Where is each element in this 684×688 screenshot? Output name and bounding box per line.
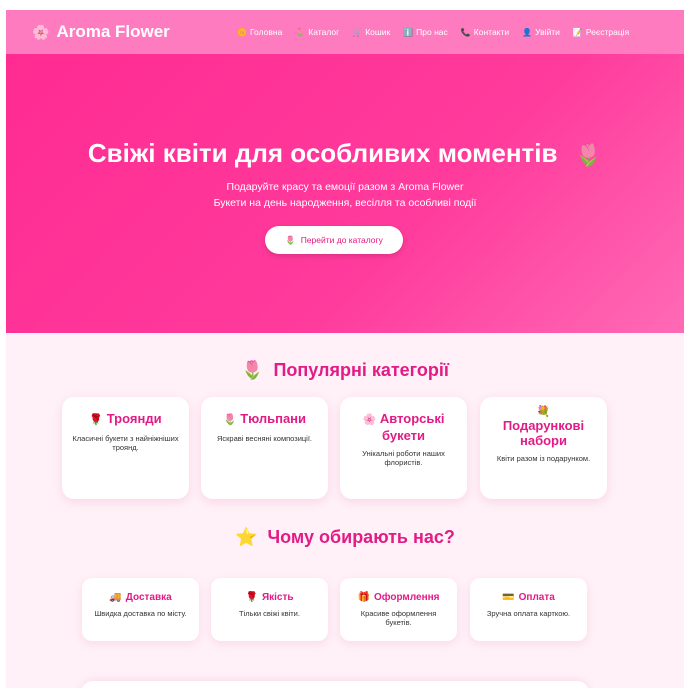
feature-desc: Тільки свіжі квіти. <box>239 609 300 618</box>
feature-desc: Зручна оплата карткою. <box>486 609 571 618</box>
nav-label: Реєстрація <box>585 27 630 37</box>
go-to-catalog-button[interactable]: 🌷 Перейти до каталогу <box>265 226 403 254</box>
flower-logo-icon: 🌸 <box>32 23 50 40</box>
hero-title-text: Свіжі квіти для особливих моментів <box>87 138 558 168</box>
truck-icon: 🚚 <box>109 592 122 603</box>
nav-login[interactable]: 👤 Увійти <box>522 27 560 37</box>
phone-icon: 📞 <box>460 27 471 37</box>
category-title-text: Тюльпани <box>240 411 307 426</box>
hero-title: Свіжі квіти для особливих моментів 🌷 <box>6 138 684 169</box>
blossom-icon: 🌼 <box>237 27 247 37</box>
blossom-icon: 🌸 <box>362 414 377 426</box>
memo-icon: 📝 <box>572 27 583 37</box>
category-title-text: Троянди <box>106 411 162 426</box>
feature-desc: Красиве оформлення букетів. <box>360 609 437 627</box>
tulip-icon: 🌷 <box>295 27 306 37</box>
categories-heading: 🌷 Популярні категорії <box>6 360 684 381</box>
feature-title-text: Доставка <box>125 592 172 603</box>
category-card-author-bouquets[interactable]: 🌸 Авторські букети Унікальні роботи наши… <box>340 397 467 499</box>
credit-card-icon: 💳 <box>502 592 515 603</box>
feature-title-text: Оплата <box>518 592 555 603</box>
nav-label: Контакти <box>473 27 510 37</box>
nav-contacts[interactable]: 📞 Контакти <box>461 27 509 37</box>
nav-label: Каталог <box>308 27 340 37</box>
rose-icon: 🌹 <box>245 592 258 603</box>
why-us-heading: ⭐ Чому обирають нас? <box>6 527 684 548</box>
category-title: 🌹 Троянди <box>72 411 179 428</box>
feature-card-payment: 💳 Оплата Зручна оплата карткою. <box>470 578 587 641</box>
category-card-tulips[interactable]: 🌷 Тюльпани Яскраві весняні композиції. <box>201 397 328 499</box>
feature-card-quality: 🌹 Якість Тільки свіжі квіти. <box>211 578 328 641</box>
nav-catalog[interactable]: 🌷 Каталог <box>295 27 339 37</box>
categories-title: Популярні категорії <box>273 360 449 380</box>
tulip-icon: 🌷 <box>285 234 296 245</box>
feature-title-text: Якість <box>261 592 294 603</box>
hero-subtitle: Подаруйте красу та емоції разом з Aroma … <box>226 181 464 193</box>
category-desc: Квіти разом із подарунком. <box>496 454 591 463</box>
star-icon: ⭐ <box>235 527 258 547</box>
feature-title: 🚚 Доставка <box>82 592 199 603</box>
nav-register[interactable]: 📝 Реєстрація <box>573 27 629 37</box>
category-title: 🌷 Тюльпани <box>211 411 318 428</box>
rose-icon: 🌹 <box>89 414 104 426</box>
feature-card-design: 🎁 Оформлення Красиве оформлення букетів. <box>340 578 457 641</box>
category-card-roses[interactable]: 🌹 Троянди Класичні букети з найніжніших … <box>62 397 189 499</box>
site-header: 🌸 Aroma Flower 🌼 Головна 🌷 Каталог 🛒 Кошик … <box>6 10 684 54</box>
logo-text: Aroma Flower <box>56 22 170 41</box>
category-title-text: Авторські букети <box>379 411 445 443</box>
main-nav: 🌼 Головна 🌷 Каталог 🛒 Кошик ℹ️ Про нас 📞 Конт… <box>237 10 629 54</box>
category-title: Подарункові набори <box>502 418 585 448</box>
go-to-catalog-label: Перейти до каталогу <box>300 235 383 245</box>
why-us-title: Чому обирають нас? <box>267 527 455 547</box>
rose-icon: 🌷 <box>574 142 603 167</box>
feature-title: 💳 Оплата <box>470 592 587 603</box>
next-section-card <box>81 681 589 688</box>
nav-label: Увійти <box>535 27 560 37</box>
feature-title: 🎁 Оформлення <box>340 592 457 603</box>
hero-banner: Свіжі квіти для особливих моментів 🌷 Под… <box>6 54 684 333</box>
logo[interactable]: 🌸 Aroma Flower <box>32 22 170 42</box>
category-desc: Унікальні роботи наших флористів. <box>362 449 445 467</box>
user-icon: 👤 <box>522 27 533 37</box>
nav-label: Кошик <box>365 27 391 37</box>
nav-cart[interactable]: 🛒 Кошик <box>352 27 390 37</box>
nav-label: Головна <box>250 27 283 37</box>
bouquet-icon: 💐 <box>536 406 551 418</box>
category-title: 🌸 Авторські букети <box>350 411 457 443</box>
feature-title-text: Оформлення <box>373 592 440 603</box>
tulip-icon: 🌷 <box>222 414 237 426</box>
page: 🌸 Aroma Flower 🌼 Головна 🌷 Каталог 🛒 Кошик … <box>6 10 684 688</box>
nav-label: Про нас <box>416 27 448 37</box>
category-card-gift-sets[interactable]: 💐 Подарункові набори Квіти разом із пода… <box>480 397 607 499</box>
tulip-icon: 🌷 <box>241 360 264 380</box>
feature-title: 🌹 Якість <box>211 592 328 603</box>
feature-card-delivery: 🚚 Доставка Швидка доставка по місту. <box>82 578 199 641</box>
feature-desc: Швидка доставка по місту. <box>94 609 187 618</box>
nav-home[interactable]: 🌼 Головна <box>237 27 282 37</box>
info-icon: ℹ️ <box>403 27 414 37</box>
category-desc: Класичні букети з найніжніших троянд. <box>72 434 179 452</box>
gift-icon: 🎁 <box>357 592 370 603</box>
category-desc: Яскраві весняні композиції. <box>216 434 313 443</box>
hero-subtitle-2: Букети на день народження, весілля та ос… <box>213 197 477 209</box>
cart-icon: 🛒 <box>352 27 363 37</box>
nav-about[interactable]: ℹ️ Про нас <box>403 27 448 37</box>
